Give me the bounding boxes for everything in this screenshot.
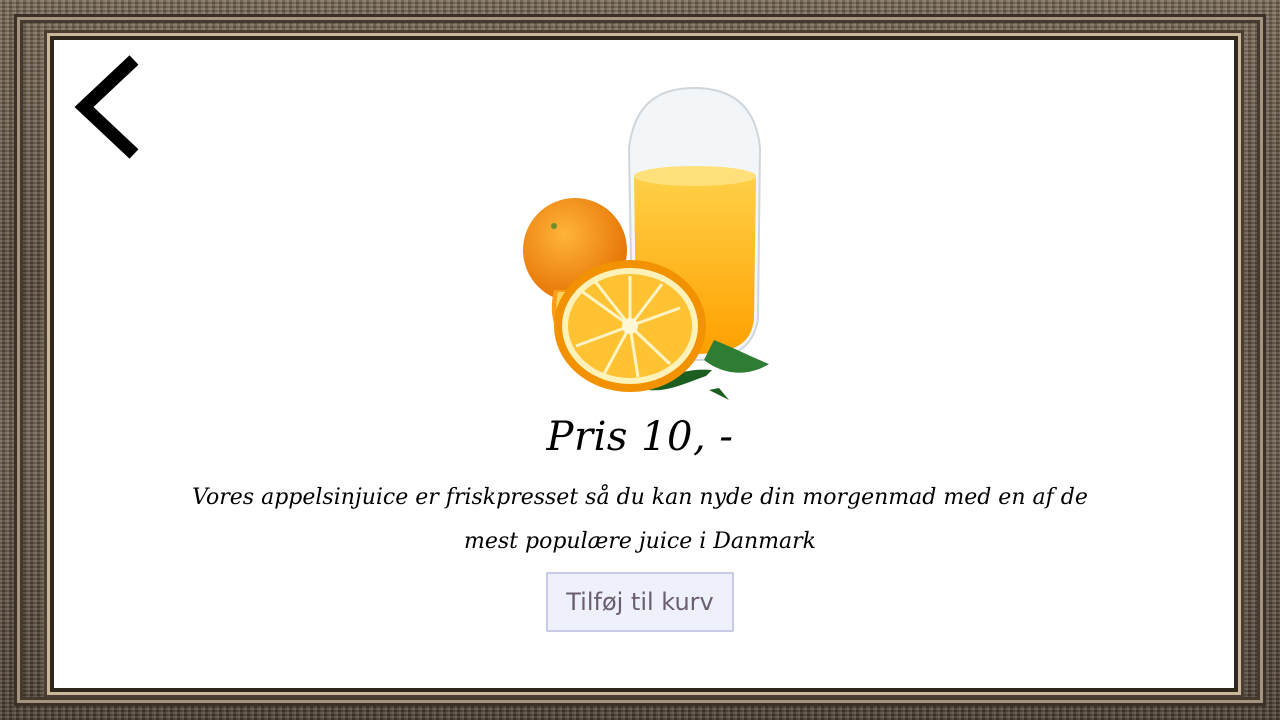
product-page: Pris 10, - Vores appelsinjuice er friskp…: [64, 48, 1216, 672]
back-button[interactable]: [70, 52, 144, 162]
product-description: Vores appelsinjuice er friskpresset så d…: [192, 485, 1088, 554]
add-to-cart-button[interactable]: Tilføj til kurv: [546, 572, 734, 632]
back-chevron-icon: [74, 55, 139, 159]
orange-juice-image: [523, 86, 769, 400]
product-price: Pris 10, -: [546, 414, 734, 460]
